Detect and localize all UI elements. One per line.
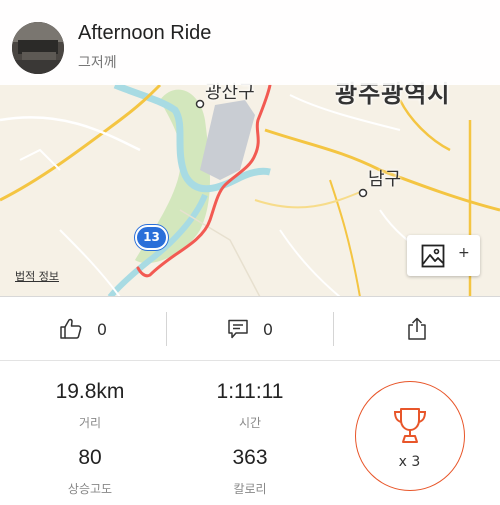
trophy-icon <box>393 408 427 443</box>
avatar-photo <box>12 22 64 74</box>
distance-value: 19.8km <box>55 380 125 403</box>
elevation-label: 상승고도 <box>67 482 113 496</box>
elevation-value: 80 <box>78 446 102 469</box>
activity-title[interactable]: Afternoon Ride <box>78 22 211 45</box>
thumbs-up-icon <box>60 318 82 339</box>
activity-header: Afternoon Ride 그저께 <box>0 0 500 85</box>
comment-count: 0 <box>262 319 274 339</box>
legal-info-link[interactable]: 법적 정보 <box>15 268 59 284</box>
share-icon <box>408 317 426 340</box>
action-bar: 0 0 <box>0 297 500 361</box>
kudos-count: 0 <box>96 319 108 339</box>
comment-button[interactable]: 0 <box>167 297 333 361</box>
activity-date: 그저께 <box>78 55 117 71</box>
map-label-namgu: 남구 <box>368 169 402 190</box>
calories-label: 칼로리 <box>233 482 267 496</box>
athlete-avatar[interactable] <box>12 22 64 74</box>
achievements-button[interactable]: x 3 <box>355 381 465 491</box>
comment-icon <box>228 319 248 339</box>
calories-value: 363 <box>232 446 268 469</box>
add-photo-plus: + <box>458 245 470 261</box>
route-number-shield: 13 <box>135 225 168 250</box>
achievement-count: x 3 <box>398 454 421 470</box>
image-icon <box>421 244 445 268</box>
share-button[interactable] <box>334 297 500 361</box>
activity-stats: 19.8km 거리 1:11:11 시간 80 상승고도 363 칼로리 x 3 <box>0 362 500 505</box>
distance-label: 거리 <box>78 416 102 430</box>
kudos-button[interactable]: 0 <box>0 297 166 361</box>
time-label: 시간 <box>238 416 262 430</box>
add-photo-button[interactable]: + <box>407 235 480 276</box>
time-value: 1:11:11 <box>216 380 284 403</box>
